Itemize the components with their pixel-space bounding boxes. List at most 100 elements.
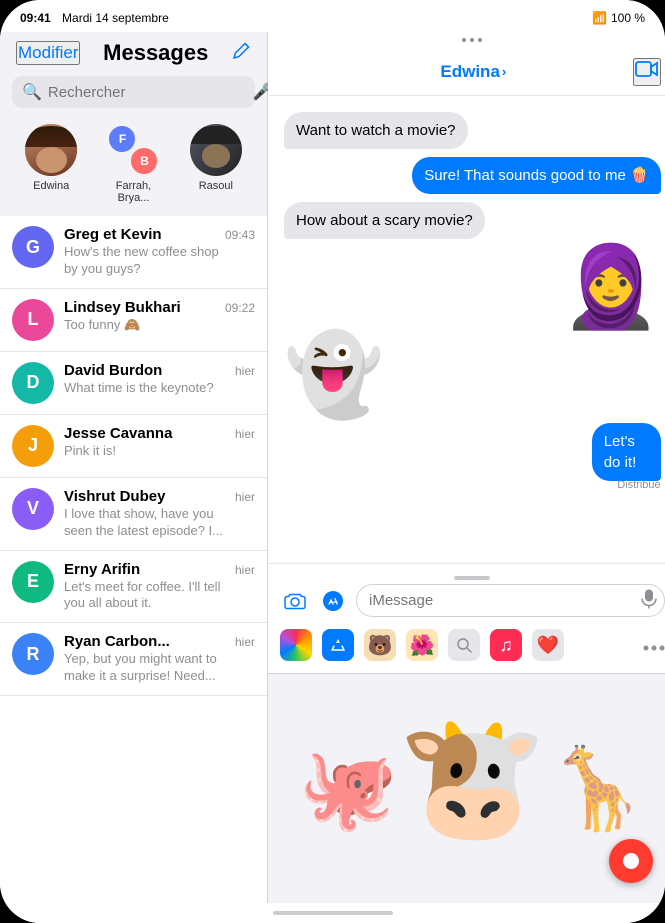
message-6: Let's do it!	[592, 423, 661, 481]
conv-avatar-ryan: R	[12, 633, 54, 675]
chat-pane: Edwina › Want to watch a movie?	[268, 32, 665, 903]
group-sub-avatar-2: B	[129, 146, 159, 176]
conv-item-greg[interactable]: G Greg et Kevin 09:43 How's the new coff…	[0, 216, 267, 289]
contact-name-button[interactable]: Edwina ›	[440, 62, 506, 82]
conv-item-erny[interactable]: E Erny Arifin hier Let's meet for coffee…	[0, 551, 267, 624]
memoji-sent: 🧕	[561, 247, 661, 327]
slide-handle	[454, 576, 490, 580]
conv-avatar-vishrut: V	[12, 488, 54, 530]
search-app-icon[interactable]	[448, 629, 480, 661]
search-icon: 🔍	[22, 82, 42, 102]
camera-button[interactable]	[280, 586, 310, 616]
photos-app-icon[interactable]	[280, 629, 312, 661]
appstore-button[interactable]	[318, 586, 348, 616]
music-app-icon[interactable]: ♫	[490, 629, 522, 661]
conv-item-ryan[interactable]: R Ryan Carbon... hier Yep, but you might…	[0, 623, 267, 696]
pinned-contact-edwina[interactable]: Edwina	[25, 124, 77, 204]
input-area: 🐻 🌺 ♫ ❤️	[268, 563, 665, 673]
conv-time-david: hier	[235, 364, 255, 378]
message-1: Want to watch a movie?	[284, 112, 468, 149]
conv-content-david: David Burdon hier What time is the keyno…	[64, 362, 255, 397]
conv-preview-greg: How's the new coffee shop by you guys?	[64, 244, 224, 278]
sidebar-title: Messages	[103, 40, 208, 66]
conv-preview-vishrut: I love that show, have you seen the late…	[64, 506, 224, 540]
pinned-contact-rasoul[interactable]: Rasoul	[190, 124, 242, 204]
conv-item-lindsey[interactable]: L Lindsey Bukhari 09:22 Too funny 🙈	[0, 289, 267, 352]
message-input-wrapper	[356, 584, 665, 617]
record-inner	[623, 853, 639, 869]
group-avatar: F B	[107, 124, 159, 176]
pinned-name-farrah: Farrah, Brya...	[103, 180, 163, 204]
animoji-cow[interactable]: 🐮	[398, 709, 547, 849]
conv-avatar-greg: G	[12, 226, 54, 268]
conv-name-greg: Greg et Kevin	[64, 226, 162, 243]
conv-item-david[interactable]: D David Burdon hier What time is the key…	[0, 352, 267, 415]
dictation-icon[interactable]	[641, 588, 657, 613]
message-input[interactable]	[356, 584, 665, 617]
home-indicator	[0, 903, 665, 923]
animoji-giraffe[interactable]: 🦒	[547, 742, 647, 836]
conv-time-jesse: hier	[235, 427, 255, 441]
home-bar	[273, 911, 393, 915]
conv-name-erny: Erny Arifin	[64, 561, 140, 578]
app-icons-row: 🐻 🌺 ♫ ❤️	[280, 625, 665, 665]
search-bar[interactable]: 🔍 🎤	[12, 76, 255, 108]
conv-avatar-david: D	[12, 362, 54, 404]
chat-header: Edwina ›	[268, 48, 665, 96]
conv-preview-lindsey: Too funny 🙈	[64, 317, 224, 334]
status-icons: 📶 100 %	[592, 11, 645, 25]
conversation-list: G Greg et Kevin 09:43 How's the new coff…	[0, 216, 267, 903]
conv-name-jesse: Jesse Cavanna	[64, 425, 172, 442]
memoji-app-icon[interactable]: 🐻	[364, 629, 396, 661]
conv-time-erny: hier	[235, 563, 255, 577]
pinned-contacts: Edwina F B Farrah, Brya...	[0, 116, 267, 216]
conv-item-vishrut[interactable]: V Vishrut Dubey hier I love that show, h…	[0, 478, 267, 551]
status-time: 09:41 Mardi 14 septembre	[20, 11, 169, 25]
conv-avatar-erny: E	[12, 561, 54, 603]
conv-time-vishrut: hier	[235, 490, 255, 504]
ghost-sticker: 👻	[284, 335, 384, 415]
conv-item-jesse[interactable]: J Jesse Cavanna hier Pink it is!	[0, 415, 267, 478]
sidebar-header: Modifier Messages	[0, 32, 267, 72]
conv-content-vishrut: Vishrut Dubey hier I love that show, hav…	[64, 488, 255, 540]
conv-name-david: David Burdon	[64, 362, 162, 379]
message-status: Distribué	[617, 479, 660, 491]
app-container: Modifier Messages 🔍 🎤	[0, 32, 665, 903]
conv-content-jesse: Jesse Cavanna hier Pink it is!	[64, 425, 255, 460]
conv-content-lindsey: Lindsey Bukhari 09:22 Too funny 🙈	[64, 299, 255, 334]
animoji-octopus[interactable]: 🐙	[298, 742, 398, 836]
video-call-button[interactable]	[633, 58, 661, 86]
more-button[interactable]	[643, 635, 665, 656]
input-row	[280, 584, 665, 617]
conv-time-greg: 09:43	[225, 228, 255, 242]
conv-avatar-lindsey: L	[12, 299, 54, 341]
sidebar: Modifier Messages 🔍 🎤	[0, 32, 268, 903]
pinned-contact-farrah[interactable]: F B Farrah, Brya...	[103, 124, 163, 204]
animoji-panel: 🐙 🐮 🦒	[268, 673, 665, 903]
stickers-app-icon[interactable]: 🌺	[406, 629, 438, 661]
message-3: How about a scary movie?	[284, 202, 485, 239]
message-2: Sure! That sounds good to me 🍿	[412, 157, 660, 194]
conv-content-erny: Erny Arifin hier Let's meet for coffee. …	[64, 561, 255, 613]
conv-time-lindsey: 09:22	[225, 301, 255, 315]
modifier-button[interactable]: Modifier	[16, 41, 80, 65]
search-input[interactable]	[48, 84, 247, 101]
conv-content-ryan: Ryan Carbon... hier Yep, but you might w…	[64, 633, 255, 685]
record-button[interactable]	[609, 839, 653, 883]
conv-preview-erny: Let's meet for coffee. I'll tell you all…	[64, 579, 224, 613]
wifi-icon: 📶	[592, 11, 607, 25]
contact-name: Edwina	[440, 62, 500, 82]
conv-name-ryan: Ryan Carbon...	[64, 633, 170, 650]
hearts-app-icon[interactable]: ❤️	[532, 629, 564, 661]
conv-avatar-jesse: J	[12, 425, 54, 467]
drag-handle-area	[268, 32, 665, 48]
ipad-frame: 09:41 Mardi 14 septembre 📶 100 % Modifie…	[0, 0, 665, 923]
chevron-right-icon: ›	[502, 64, 506, 79]
conv-preview-david: What time is the keynote?	[64, 380, 224, 397]
compose-icon[interactable]	[231, 41, 251, 66]
conv-preview-jesse: Pink it is!	[64, 443, 224, 460]
messages-area: Want to watch a movie? Sure! That sounds…	[268, 96, 665, 563]
appstore-app-icon[interactable]	[322, 629, 354, 661]
conv-time-ryan: hier	[235, 635, 255, 649]
pinned-name-rasoul: Rasoul	[199, 180, 233, 192]
